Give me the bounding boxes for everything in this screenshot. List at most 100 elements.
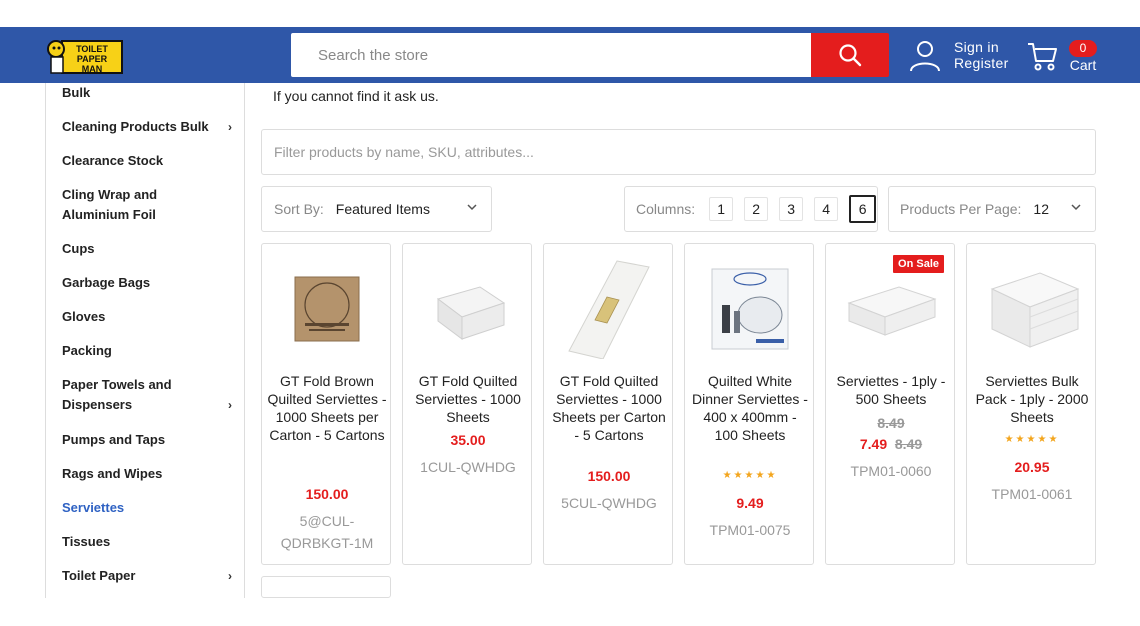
product-image[interactable] bbox=[418, 259, 518, 359]
sidebar-item-rags-and-wipes[interactable]: Rags and Wipes bbox=[62, 464, 232, 484]
product-sku: 1CUL-QWHDG bbox=[420, 459, 516, 475]
product-image[interactable] bbox=[559, 259, 659, 359]
sort-by-select[interactable]: Sort By: Featured Items bbox=[261, 186, 492, 232]
product-card[interactable]: Serviettes Bulk Pack - 1ply - 2000 Sheet… bbox=[966, 243, 1096, 565]
sidebar-item-cups[interactable]: Cups bbox=[62, 239, 232, 259]
chevron-right-icon[interactable]: › bbox=[228, 566, 232, 586]
product-sku: TPM01-0075 bbox=[709, 522, 791, 538]
per-page-select[interactable]: Products Per Page: 12 bbox=[888, 186, 1096, 232]
product-title[interactable]: Quilted White Dinner Serviettes - 400 x … bbox=[690, 372, 810, 444]
svg-text:MAN: MAN bbox=[82, 64, 103, 74]
cart-label: Cart bbox=[1069, 56, 1097, 73]
product-price: 150.00 bbox=[587, 468, 631, 484]
rating-stars: ★★★★★ bbox=[722, 470, 778, 481]
sidebar-item-label: Cling Wrap and Aluminium Foil bbox=[62, 187, 158, 222]
sidebar-item-label: Packing bbox=[62, 343, 112, 358]
sidebar-item-label: Rags and Wipes bbox=[62, 466, 163, 481]
sidebar-item-packing[interactable]: Packing bbox=[62, 341, 232, 361]
product-price: 9.49 bbox=[736, 495, 764, 511]
product-price: 7.49 bbox=[859, 436, 888, 452]
product-price: 35.00 bbox=[450, 432, 486, 448]
logo[interactable]: TOILET PAPER MAN bbox=[44, 35, 124, 79]
search-bar bbox=[291, 33, 889, 77]
chevron-right-icon[interactable]: › bbox=[228, 395, 232, 415]
product-image[interactable] bbox=[982, 259, 1082, 359]
sidebar-item-clearance-stock[interactable]: Clearance Stock bbox=[62, 151, 232, 171]
per-page-value: 12 bbox=[1033, 201, 1049, 217]
sidebar-item-label: Bulk bbox=[62, 85, 91, 100]
search-input[interactable] bbox=[291, 33, 811, 77]
on-sale-badge: On Sale bbox=[893, 255, 944, 273]
sidebar-item-label: Pumps and Taps bbox=[62, 432, 166, 447]
product-sku: TPM01-0061 bbox=[991, 486, 1073, 502]
account-link[interactable]: Sign in Register bbox=[908, 37, 1009, 73]
product-sku: 5CUL-QWHDG bbox=[561, 495, 657, 511]
product-card[interactable] bbox=[261, 576, 391, 598]
chevron-down-icon bbox=[467, 204, 477, 211]
sidebar-item-label: Gloves bbox=[62, 309, 106, 324]
product-old-price: 8.49 bbox=[894, 436, 923, 452]
sidebar-item-label: Cups bbox=[62, 241, 95, 256]
product-rrp-price: 8.49 bbox=[877, 415, 905, 431]
sidebar-item-tissues[interactable]: Tissues bbox=[62, 532, 232, 552]
sidebar-item-label: Paper Towels and Dispensers bbox=[62, 377, 172, 412]
product-sku: 5@CUL-QDRBKGT-1M bbox=[280, 513, 374, 551]
search-button[interactable] bbox=[811, 33, 889, 77]
help-note: If you cannot find it ask us. bbox=[273, 88, 439, 104]
product-card[interactable]: GT Fold Quilted Serviettes - 1000 Sheets… bbox=[402, 243, 532, 565]
product-title[interactable]: GT Fold Quilted Serviettes - 1000 Sheets bbox=[408, 372, 528, 426]
sort-by-value: Featured Items bbox=[335, 201, 430, 217]
product-card[interactable]: GT Fold Brown Quilted Serviettes - 1000 … bbox=[261, 243, 391, 565]
cart-icon bbox=[1028, 43, 1057, 71]
register-link[interactable]: Register bbox=[954, 55, 1009, 71]
product-price: 150.00 bbox=[305, 486, 349, 502]
svg-text:TOILET: TOILET bbox=[76, 44, 108, 54]
sidebar-item-cling-wrap[interactable]: Cling Wrap and Aluminium Foil bbox=[62, 185, 222, 225]
sign-in-link[interactable]: Sign in bbox=[954, 39, 1009, 55]
chevron-down-icon bbox=[1071, 204, 1081, 211]
product-title[interactable]: GT Fold Quilted Serviettes - 1000 Sheets… bbox=[549, 372, 669, 444]
columns-option-4[interactable]: 4 bbox=[814, 197, 839, 221]
category-sidebar: Bulk Cleaning Products Bulk › Clearance S… bbox=[45, 83, 245, 598]
cart-count-badge: 0 bbox=[1069, 39, 1097, 57]
product-price: 20.95 bbox=[1014, 459, 1050, 475]
columns-selector: Columns: 1 2 3 4 6 bbox=[624, 186, 878, 232]
product-title[interactable]: Serviettes Bulk Pack - 1ply - 2000 Sheet… bbox=[972, 372, 1092, 426]
sidebar-item-serviettes[interactable]: Serviettes bbox=[62, 498, 232, 518]
product-card[interactable]: On Sale Serviettes - 1ply - 500 Sheets 8… bbox=[825, 243, 955, 565]
sidebar-item-gloves[interactable]: Gloves bbox=[62, 307, 232, 327]
sidebar-item-label: Cleaning Products Bulk bbox=[62, 119, 209, 134]
product-image[interactable] bbox=[277, 259, 377, 359]
product-title[interactable]: Serviettes - 1ply - 500 Sheets bbox=[831, 372, 951, 408]
sidebar-item-label: Garbage Bags bbox=[62, 275, 151, 290]
sidebar-item-garbage-bags[interactable]: Garbage Bags bbox=[62, 273, 232, 293]
user-icon bbox=[910, 41, 940, 72]
sidebar-item-bulk[interactable]: Bulk bbox=[62, 83, 232, 103]
svg-text:PAPER: PAPER bbox=[77, 54, 108, 64]
columns-option-1[interactable]: 1 bbox=[709, 197, 734, 221]
columns-option-3[interactable]: 3 bbox=[779, 197, 804, 221]
sidebar-item-label: Tissues bbox=[62, 534, 111, 549]
product-sku: TPM01-0060 bbox=[850, 463, 932, 479]
product-filter-input[interactable] bbox=[261, 129, 1096, 175]
chevron-right-icon[interactable]: › bbox=[228, 117, 232, 137]
product-image[interactable] bbox=[700, 259, 800, 359]
rating-stars: ★★★★★ bbox=[1004, 434, 1060, 445]
product-title[interactable]: GT Fold Brown Quilted Serviettes - 1000 … bbox=[267, 372, 387, 444]
product-image[interactable] bbox=[841, 259, 941, 359]
sidebar-item-toilet-paper[interactable]: Toilet Paper › bbox=[62, 566, 232, 586]
sidebar-item-paper-towels[interactable]: Paper Towels and Dispensers › bbox=[62, 375, 232, 415]
cart-link[interactable]: 0 Cart bbox=[1027, 36, 1097, 76]
columns-label: Columns: bbox=[636, 201, 696, 217]
columns-option-2[interactable]: 2 bbox=[744, 197, 769, 221]
product-card[interactable]: GT Fold Quilted Serviettes - 1000 Sheets… bbox=[543, 243, 673, 565]
product-price-row: 7.49 8.49 bbox=[826, 436, 956, 452]
sidebar-item-pumps-and-taps[interactable]: Pumps and Taps bbox=[62, 430, 232, 450]
product-card[interactable]: Quilted White Dinner Serviettes - 400 x … bbox=[684, 243, 814, 565]
sort-by-label: Sort By: bbox=[274, 201, 324, 217]
sidebar-item-label: Serviettes bbox=[62, 500, 125, 515]
sidebar-item-label: Clearance Stock bbox=[62, 153, 164, 168]
columns-option-6[interactable]: 6 bbox=[849, 195, 877, 223]
sidebar-item-cleaning-products-bulk[interactable]: Cleaning Products Bulk › bbox=[62, 117, 232, 137]
site-header: TOILET PAPER MAN Sign in Register bbox=[0, 27, 1140, 83]
